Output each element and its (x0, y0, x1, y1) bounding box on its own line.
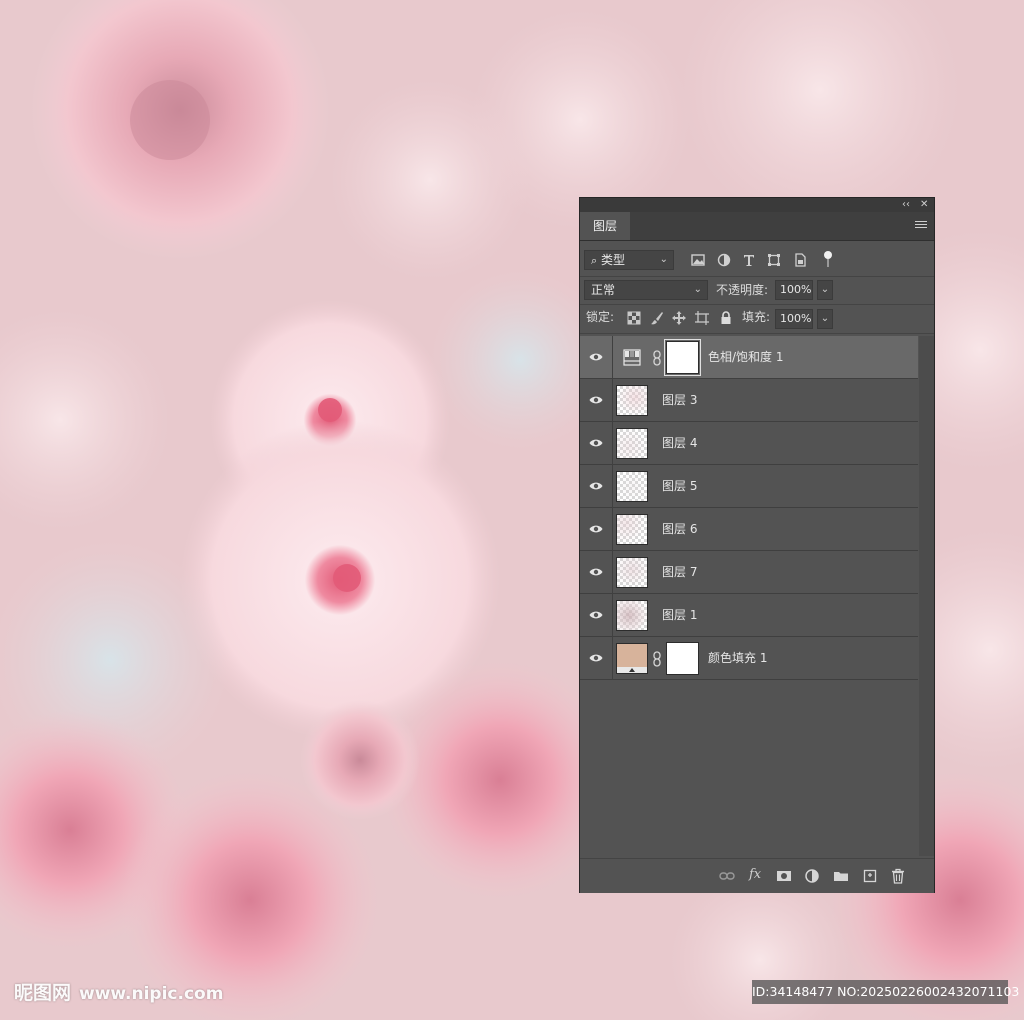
watermark-site: www.nipic.com (79, 984, 224, 1004)
layer-row-4[interactable]: 图层 4 (580, 422, 918, 465)
layer-thumbnail (616, 557, 648, 588)
blend-mode-dropdown[interactable]: 正常 ⌄ (584, 280, 708, 300)
lock-paint-icon[interactable] (649, 310, 665, 326)
fill-dropdown-arrow[interactable]: ⌄ (817, 309, 833, 329)
blend-mode-value: 正常 (591, 283, 616, 297)
layer-row-3[interactable]: 图层 3 (580, 379, 918, 422)
layers-panel: ‹‹ ✕ 图层 ⌕ 类型 ⌄ 正常 ⌄ 不透明度: 100% ⌄ 锁定: 填充:… (579, 197, 935, 893)
adjustment-filter-icon[interactable] (716, 252, 732, 268)
layer-name: 颜色填充 1 (708, 651, 768, 665)
collapse-button[interactable]: ‹‹ (902, 198, 910, 212)
layer-thumbnail (616, 600, 648, 631)
filter-type-value: 类型 (601, 253, 626, 267)
color-fill-thumbnail (616, 643, 648, 674)
layer-row-1[interactable]: 图层 1 (580, 594, 918, 637)
layer-row-color-fill[interactable]: 颜色填充 1 (580, 637, 918, 680)
shape-filter-icon[interactable] (766, 252, 782, 268)
layer-thumbnail (616, 514, 648, 545)
layer-mask-thumbnail[interactable] (666, 642, 699, 675)
tab-layers[interactable]: 图层 (580, 212, 630, 240)
panel-menu-icon[interactable] (915, 221, 927, 231)
layer-thumbnail (616, 385, 648, 416)
chevron-down-icon: ⌄ (693, 284, 702, 295)
watermark-logo: 昵图网 www.nipic.com (14, 978, 223, 1005)
layer-name: 图层 5 (662, 479, 698, 493)
eye-icon[interactable] (589, 653, 603, 663)
opacity-label: 不透明度: (716, 283, 769, 297)
filter-toggle-icon[interactable] (822, 250, 834, 270)
lock-move-icon[interactable] (671, 310, 687, 326)
layer-mask-thumbnail[interactable] (664, 339, 701, 376)
eye-icon[interactable] (589, 610, 603, 620)
type-filter-icon[interactable] (741, 252, 757, 268)
filter-type-dropdown[interactable]: ⌕ 类型 ⌄ (584, 250, 674, 270)
watermark-id: ID:34148477 NO:20250226002432071103 (752, 980, 1019, 1004)
layers-bottom-toolbar: fx (580, 858, 934, 893)
chevron-down-icon: ⌄ (659, 254, 668, 265)
layer-row-7[interactable]: 图层 7 (580, 551, 918, 594)
link-chain-icon[interactable] (652, 350, 662, 366)
close-button[interactable]: ✕ (920, 198, 928, 212)
eye-icon[interactable] (589, 438, 603, 448)
panel-titlebar: ‹‹ ✕ (580, 198, 934, 212)
eye-icon[interactable] (589, 352, 603, 362)
fx-icon[interactable]: fx (749, 866, 761, 884)
eye-icon[interactable] (589, 481, 603, 491)
trash-icon[interactable] (890, 868, 906, 884)
mask-icon[interactable] (776, 868, 792, 884)
layer-name: 图层 3 (662, 393, 698, 407)
eye-icon[interactable] (589, 524, 603, 534)
hue-saturation-icon (623, 349, 641, 366)
fill-label: 填充: (742, 310, 771, 324)
search-icon: ⌕ (591, 254, 598, 267)
layer-name: 图层 1 (662, 608, 698, 622)
layer-name: 图层 6 (662, 522, 698, 536)
eye-icon[interactable] (589, 395, 603, 405)
layer-thumbnail (616, 428, 648, 459)
panel-tabbar: 图层 (580, 212, 934, 241)
opacity-field[interactable]: 100% (775, 280, 813, 300)
pixel-filter-icon[interactable] (690, 252, 706, 268)
link-chain-icon[interactable] (652, 651, 662, 667)
lock-transparent-icon[interactable] (626, 310, 642, 326)
link-icon[interactable] (719, 868, 735, 884)
layer-thumbnail (616, 471, 648, 502)
layers-list: 色相/饱和度 1 图层 3 图层 4 图层 5 图层 6 图层 7 图层 1 颜… (580, 336, 918, 856)
layer-row-5[interactable]: 图层 5 (580, 465, 918, 508)
eye-icon[interactable] (589, 567, 603, 577)
layer-name: 图层 7 (662, 565, 698, 579)
fill-field[interactable]: 100% (775, 309, 813, 329)
layers-scrollbar[interactable] (919, 336, 934, 856)
smart-object-filter-icon[interactable] (792, 252, 808, 268)
lock-label: 锁定: (586, 310, 615, 324)
lock-all-icon[interactable] (718, 310, 734, 326)
opacity-dropdown-arrow[interactable]: ⌄ (817, 280, 833, 300)
lock-artboard-icon[interactable] (694, 310, 710, 326)
adjustment-icon[interactable] (804, 868, 820, 884)
layer-name: 色相/饱和度 1 (708, 350, 784, 364)
layer-row-6[interactable]: 图层 6 (580, 508, 918, 551)
folder-icon[interactable] (833, 868, 849, 884)
layer-row-hue-saturation[interactable]: 色相/饱和度 1 (580, 336, 918, 379)
watermark-logo-text: 昵图网 (14, 982, 72, 1004)
new-layer-icon[interactable] (862, 868, 878, 884)
layer-name: 图层 4 (662, 436, 698, 450)
